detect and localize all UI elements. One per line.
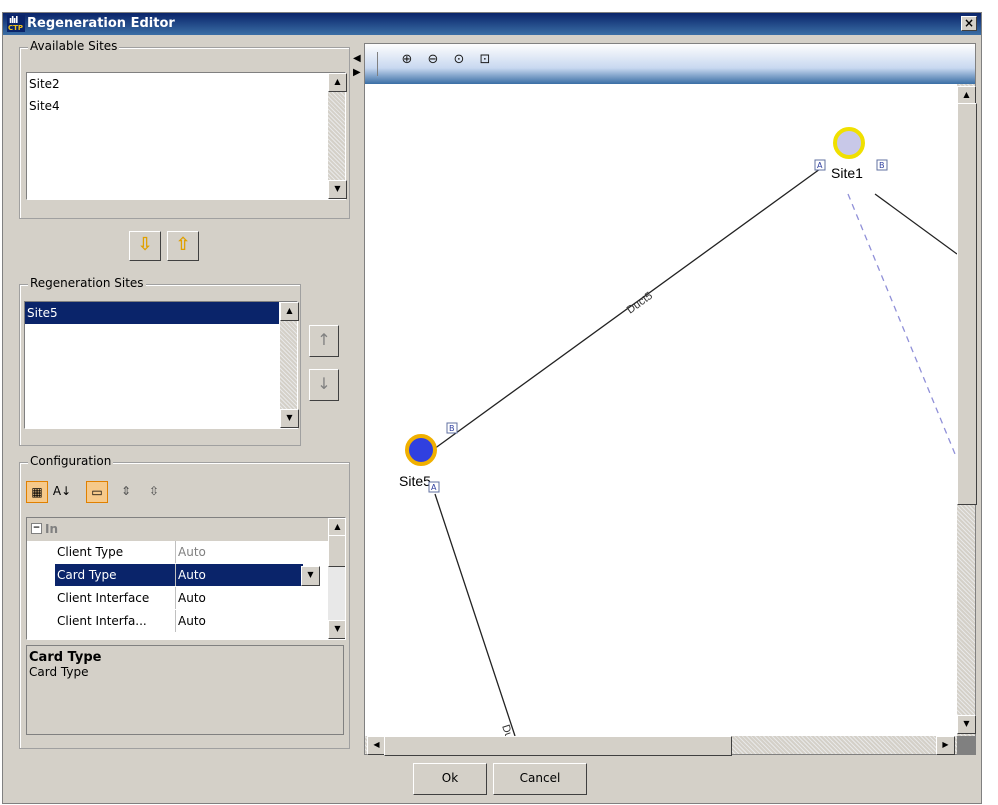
port-label: A (817, 161, 823, 170)
property-row[interactable]: Client Interface Auto (27, 587, 345, 610)
close-button[interactable]: × (961, 16, 977, 31)
link-dashed[interactable] (847, 193, 956, 455)
cancel-button[interactable]: Cancel (493, 763, 587, 795)
priority-down-button[interactable]: ↓ (309, 369, 339, 401)
move-down-button[interactable]: ⇩ (129, 231, 161, 261)
regeneration-sites-scrollbar[interactable]: ▲ ▼ (280, 302, 299, 428)
map-toolbar: ⊕ ⊖ ⊙ ⊡ (365, 44, 975, 84)
description-title: Card Type (29, 650, 102, 665)
property-value[interactable]: Auto (175, 610, 323, 632)
map-vertical-scrollbar[interactable]: ▲ ▼ (957, 84, 977, 736)
scroll-down-icon[interactable]: ▼ (328, 180, 347, 199)
move-up-button[interactable]: ⇧ (167, 231, 199, 261)
list-item[interactable]: Site5 (25, 302, 279, 324)
available-sites-group: Available Sites Site2 Site4 ▲ ▼ (19, 39, 350, 219)
property-row[interactable]: Client Type Auto (27, 541, 345, 564)
property-value[interactable]: Auto (175, 541, 323, 563)
port-label: A (431, 483, 437, 492)
scroll-down-icon[interactable]: ▼ (957, 715, 976, 734)
list-item[interactable]: Site2 (27, 73, 345, 95)
configuration-label: Configuration (28, 454, 114, 468)
scroll-thumb[interactable] (384, 736, 732, 756)
zoom-fit-icon[interactable]: ⊡ (475, 50, 495, 70)
property-value[interactable]: Auto (175, 587, 323, 609)
available-sites-scrollbar[interactable]: ▲ ▼ (328, 73, 347, 199)
regeneration-editor-window: ılıl CTP Regeneration Editor × Available … (2, 12, 982, 804)
scroll-thumb[interactable] (328, 535, 345, 567)
title-bar[interactable]: ılıl CTP Regeneration Editor × (3, 13, 981, 35)
property-row[interactable]: Client Interfa... Auto (27, 610, 345, 633)
property-description: Card Type Card Type (26, 645, 344, 735)
node-label: Site1 (831, 165, 863, 181)
network-map[interactable]: Duct5 Duct4 Site1 Site5 A B B A (365, 84, 957, 736)
priority-up-button[interactable]: ↑ (309, 325, 339, 357)
scroll-right-icon[interactable]: ▶ (936, 736, 955, 755)
window-title: Regeneration Editor (27, 16, 175, 31)
available-sites-label: Available Sites (28, 39, 120, 53)
zoom-out-icon[interactable]: ⊖ (423, 50, 443, 70)
map-horizontal-scrollbar[interactable]: ◀ ▶ (365, 736, 957, 756)
list-item[interactable]: Site4 (27, 95, 345, 117)
dropdown-icon[interactable]: ▼ (301, 566, 320, 586)
ctp-logo-icon: ılıl CTP (7, 15, 25, 32)
property-group-header[interactable]: − In (27, 518, 345, 541)
property-grid-scrollbar[interactable]: ▲ ▼ (328, 518, 345, 639)
property-group-label: In (45, 522, 59, 536)
scroll-down-icon[interactable]: ▼ (328, 620, 345, 639)
map-pane: ⊕ ⊖ ⊙ ⊡ Duct5 Duct4 Site1 Site5 A B B (364, 43, 977, 756)
property-row-selected[interactable]: Card Type Auto ▼ (27, 564, 345, 587)
expand-all-icon[interactable]: ⇕ (116, 481, 136, 501)
scroll-down-icon[interactable]: ▼ (280, 409, 299, 428)
property-grid[interactable]: − In Client Type Auto Card Type Auto ▼ C… (26, 517, 346, 640)
toolbar-separator (377, 52, 378, 76)
link-label: Duct4 (499, 723, 519, 736)
port-label: B (449, 424, 455, 433)
property-key: Client Interfa... (57, 614, 147, 628)
collapse-all-icon[interactable]: ⇳ (144, 481, 164, 501)
zoom-actual-icon[interactable]: ⊙ (449, 50, 469, 70)
ok-button[interactable]: Ok (413, 763, 487, 795)
regeneration-sites-list[interactable]: Site5 ▲ ▼ (24, 301, 299, 429)
down-arrow-icon: ↓ (317, 374, 331, 393)
description-text: Card Type (29, 665, 89, 679)
node-label: Site5 (399, 473, 431, 489)
link-label: Duct5 (625, 290, 655, 317)
card-type-select[interactable]: Auto (175, 564, 303, 586)
categorized-icon[interactable]: ▦ (26, 481, 48, 503)
arrow-down-icon: ⇩ (137, 234, 153, 255)
link-offscreen[interactable] (874, 193, 957, 255)
configuration-group: Configuration ▦ A↓ ▭ ⇕ ⇳ − In Client Typ… (19, 454, 350, 749)
available-sites-list[interactable]: Site2 Site4 ▲ ▼ (26, 72, 347, 200)
property-key: Client Interface (57, 591, 150, 605)
node-site5[interactable] (405, 434, 437, 466)
scroll-up-icon[interactable]: ▲ (280, 302, 299, 321)
link-duct5[interactable] (422, 168, 821, 458)
scroll-up-icon[interactable]: ▲ (328, 73, 347, 92)
configuration-toolbar: ▦ A↓ ▭ ⇕ ⇳ (26, 479, 226, 505)
link-duct4[interactable] (434, 493, 516, 736)
regeneration-sites-group: Regeneration Sites Site5 ▲ ▼ (19, 276, 301, 446)
scroll-corner (957, 736, 975, 754)
splitter-handle[interactable]: ◀ ▶ (353, 53, 363, 93)
expand-right-icon[interactable]: ▶ (353, 67, 361, 78)
sort-alphabetical-icon[interactable]: A↓ (52, 481, 72, 501)
property-key: Card Type (55, 564, 175, 586)
property-key: Client Type (57, 545, 124, 559)
port-label: B (879, 161, 885, 170)
collapse-icon[interactable]: − (31, 523, 42, 534)
node-site1[interactable] (833, 127, 865, 159)
regeneration-sites-label: Regeneration Sites (28, 276, 146, 290)
collapse-left-icon[interactable]: ◀ (353, 53, 361, 64)
up-arrow-icon: ↑ (317, 330, 331, 349)
zoom-in-icon[interactable]: ⊕ (397, 50, 417, 70)
property-pages-icon[interactable]: ▭ (86, 481, 108, 503)
scroll-thumb[interactable] (957, 103, 977, 505)
arrow-up-icon: ⇧ (175, 234, 191, 255)
